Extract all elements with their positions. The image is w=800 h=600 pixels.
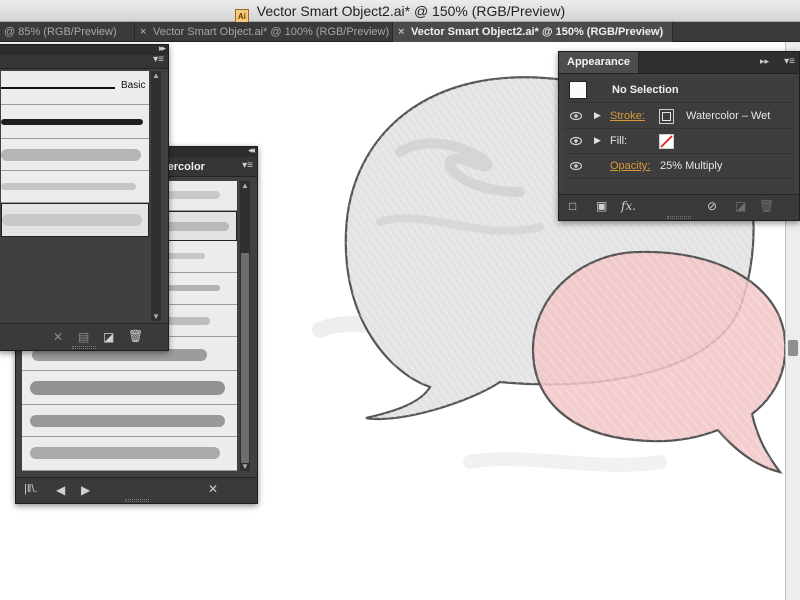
window-title-bar: Ai Vector Smart Object2.ai* @ 150% (RGB/… <box>0 0 800 25</box>
scrollbar-thumb[interactable] <box>788 340 798 356</box>
document-tab-3[interactable]: × Vector Smart Object2.ai* @ 150% (RGB/P… <box>393 22 673 42</box>
tab-label: Vector Smart Object2.ai* @ 150% (RGB/Pre… <box>411 26 664 38</box>
collapse-panel-icon[interactable]: ▸▸ <box>760 56 769 67</box>
stroke-row[interactable]: ▶ Stroke: Watercolor – Wet <box>564 104 794 129</box>
fill-none-swatch-icon[interactable] <box>659 134 674 149</box>
panel-footer: |‖\. ◀ ▶ ✕ <box>16 477 257 503</box>
document-tab-1[interactable]: @ 85% (RGB/Preview) <box>0 22 135 42</box>
brush-list-empty-area <box>1 237 149 263</box>
add-new-fill-icon[interactable]: ▣ <box>596 199 607 213</box>
panel-menu-icon[interactable]: ▾≡ <box>153 54 164 65</box>
brush-options-icon[interactable]: ▤ <box>78 330 89 344</box>
next-library-icon[interactable]: ▶ <box>81 483 90 497</box>
visibility-eye-icon[interactable] <box>570 135 582 147</box>
scroll-down-icon[interactable]: ▼ <box>241 462 249 471</box>
panel-header: Appearance ▸▸ ▾≡ <box>559 52 799 74</box>
collapse-panel-icon[interactable]: ◂◂ <box>248 145 255 156</box>
duplicate-item-icon[interactable]: ◪ <box>735 199 746 213</box>
add-effect-fx-button[interactable]: fx. <box>621 199 636 213</box>
brush-row[interactable] <box>1 105 149 139</box>
panel-menu-icon[interactable]: ▾≡ <box>784 56 795 67</box>
panel-topbar: ▸▸ <box>0 43 168 55</box>
selection-row: No Selection <box>564 78 794 103</box>
brush-row[interactable] <box>1 139 149 171</box>
brush-row-selected[interactable] <box>1 203 149 237</box>
close-tab-icon[interactable]: × <box>398 22 404 42</box>
appearance-panel: Appearance ▸▸ ▾≡ No Selection ▶ Stroke: … <box>558 51 800 221</box>
brush-row-basic[interactable]: Basic <box>1 71 149 105</box>
basic-brush-label: Basic <box>121 80 146 91</box>
delete-brush-icon[interactable]: 🗑 <box>128 329 143 343</box>
expand-triangle-icon[interactable]: ▶ <box>594 135 601 146</box>
new-brush-icon[interactable]: ◪ <box>103 330 114 344</box>
appearance-tab[interactable]: Appearance <box>559 52 639 73</box>
add-new-stroke-icon[interactable]: □ <box>569 199 576 213</box>
expand-triangle-icon[interactable]: ▶ <box>594 110 601 121</box>
scroll-up-icon[interactable]: ▲ <box>152 71 160 80</box>
panel-footer: ✕ ▤ ◪ 🗑 <box>0 323 168 350</box>
resize-grip[interactable] <box>71 346 96 349</box>
fill-label[interactable]: Fill: <box>610 129 627 154</box>
resize-grip[interactable] <box>124 499 149 502</box>
stroke-brush-value[interactable]: Watercolor – Wet <box>686 104 770 129</box>
close-tab-icon[interactable]: × <box>140 22 146 42</box>
document-tab-2[interactable]: × Vector Smart Object.ai* @ 100% (RGB/Pr… <box>135 22 393 42</box>
scroll-up-icon[interactable]: ▲ <box>241 181 249 190</box>
visibility-eye-icon[interactable] <box>570 110 582 122</box>
stroke-label[interactable]: Stroke: <box>610 104 645 129</box>
panel-header: ▾≡ <box>0 54 168 69</box>
visibility-eye-icon[interactable] <box>570 160 582 172</box>
brush-row[interactable] <box>22 405 237 437</box>
scrollbar-thumb[interactable] <box>241 253 249 463</box>
watercolor-smudge <box>463 452 667 472</box>
empty-row <box>564 179 794 193</box>
delete-item-icon[interactable]: 🗑 <box>759 199 774 213</box>
opacity-row[interactable]: Opacity: 25% Multiply <box>564 154 794 179</box>
scroll-down-icon[interactable]: ▼ <box>152 312 160 321</box>
panel-scrollbar[interactable]: ▲ ▼ <box>240 181 250 471</box>
opacity-label[interactable]: Opacity: <box>610 154 650 179</box>
basic-stroke-preview <box>1 87 115 89</box>
remove-brush-stroke-icon[interactable]: ✕ <box>53 330 63 344</box>
brushes-panel: ▸▸ ▾≡ Basic ▲ ▼ ✕ ▤ ◪ 🗑 <box>0 43 169 351</box>
selection-thumbnail <box>569 81 587 99</box>
resize-grip[interactable] <box>667 216 691 219</box>
brush-row[interactable] <box>1 171 149 203</box>
previous-library-icon[interactable]: ◀ <box>56 483 65 497</box>
remove-brush-stroke-icon[interactable]: ✕ <box>208 482 218 496</box>
panel-scrollbar[interactable]: ▲ ▼ <box>151 71 161 321</box>
brush-libraries-menu-icon[interactable]: |‖\. <box>24 483 38 495</box>
selection-label: No Selection <box>612 84 679 96</box>
panel-footer: □ ▣ fx. ⊘ ◪ 🗑 <box>559 194 799 220</box>
opacity-value: 25% Multiply <box>660 160 723 172</box>
panel-title[interactable]: tercolor <box>164 157 205 177</box>
stroke-swatch[interactable] <box>659 109 674 124</box>
tab-label: @ 85% (RGB/Preview) <box>4 26 117 38</box>
collapse-panel-icon[interactable]: ▸▸ <box>159 43 166 54</box>
pink-speech-bubble[interactable] <box>531 250 787 474</box>
panel-menu-icon[interactable]: ▾≡ <box>242 160 253 171</box>
brush-row[interactable] <box>22 437 237 471</box>
brush-list: Basic <box>1 71 149 263</box>
tab-label: Vector Smart Object.ai* @ 100% (RGB/Prev… <box>153 26 390 38</box>
fill-row[interactable]: ▶ Fill: <box>564 129 794 154</box>
brush-row[interactable] <box>22 371 237 405</box>
document-tab-bar: @ 85% (RGB/Preview) × Vector Smart Objec… <box>0 22 800 42</box>
clear-appearance-icon[interactable]: ⊘ <box>707 199 717 213</box>
window-title: Vector Smart Object2.ai* @ 150% (RGB/Pre… <box>256 3 566 19</box>
